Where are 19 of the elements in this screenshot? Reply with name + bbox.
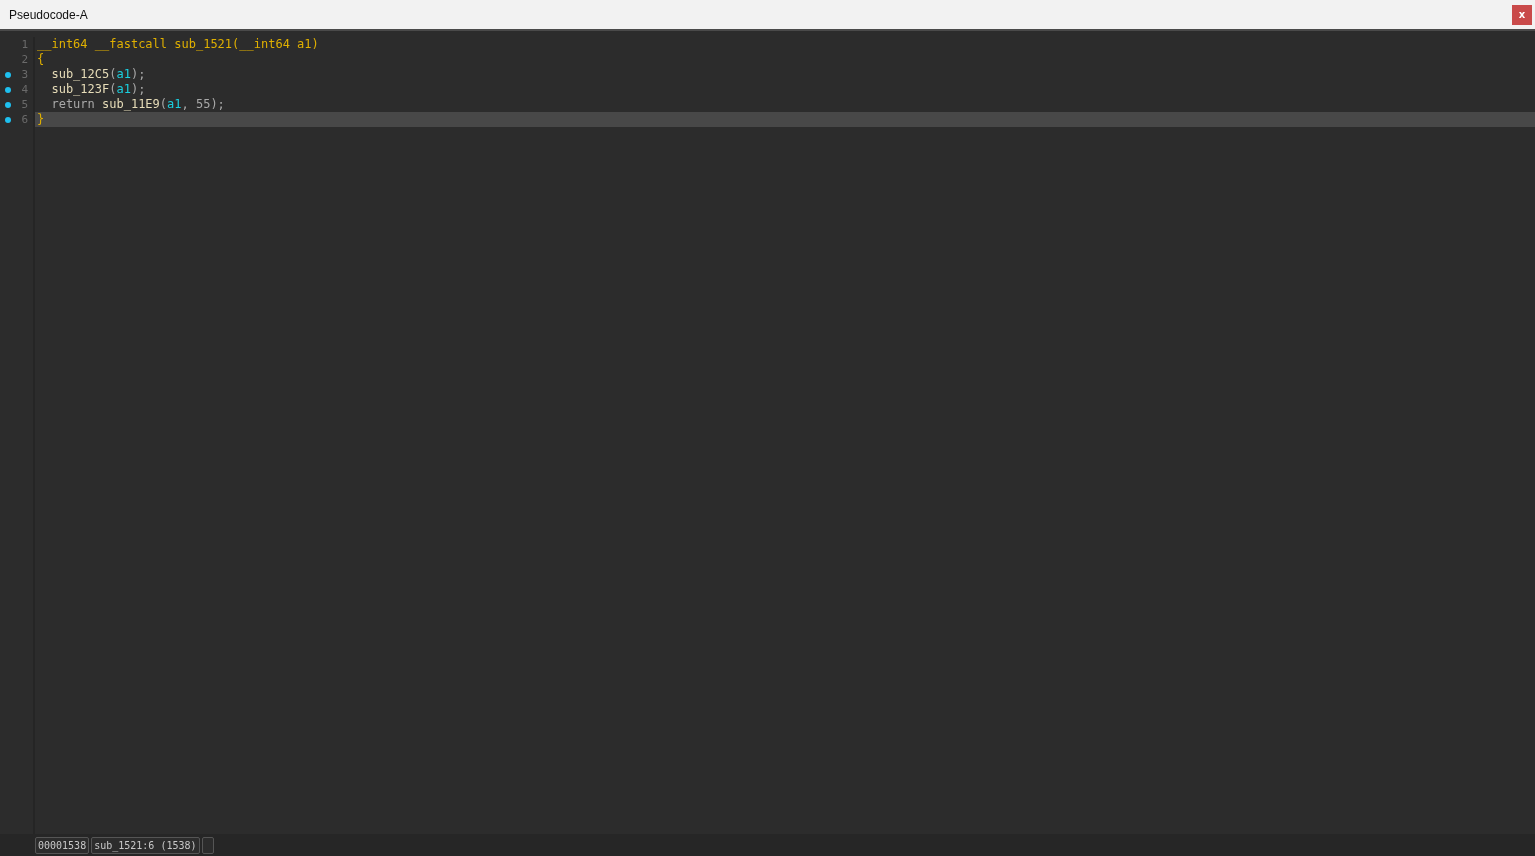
- breakpoint-icon[interactable]: [5, 86, 11, 93]
- code-line: sub_12C5(a1);: [50, 67, 147, 82]
- code-line: __int64 __fastcall sub_1521(__int64 a1): [36, 37, 320, 52]
- window-title: Pseudocode-A: [9, 7, 88, 22]
- line-number: 1: [20, 38, 28, 51]
- breakpoint-icon[interactable]: [5, 116, 11, 123]
- breakpoint-icon[interactable]: [5, 71, 11, 78]
- close-button[interactable]: x: [1512, 4, 1532, 25]
- line-number: 6: [20, 113, 28, 126]
- breakpoint-icon[interactable]: [5, 101, 11, 108]
- code-line: {: [36, 52, 46, 67]
- code-line: return sub_11E9(a1, 55);: [50, 97, 226, 112]
- line-number: 3: [20, 68, 28, 81]
- line-number: 5: [20, 98, 28, 111]
- line-number: 2: [20, 53, 28, 66]
- code-line: sub_123F(a1);: [50, 82, 147, 97]
- status-field: sub_1521:6 (1538): [91, 836, 200, 854]
- line-number: 4: [20, 83, 28, 96]
- status-field: 00001538: [35, 836, 90, 854]
